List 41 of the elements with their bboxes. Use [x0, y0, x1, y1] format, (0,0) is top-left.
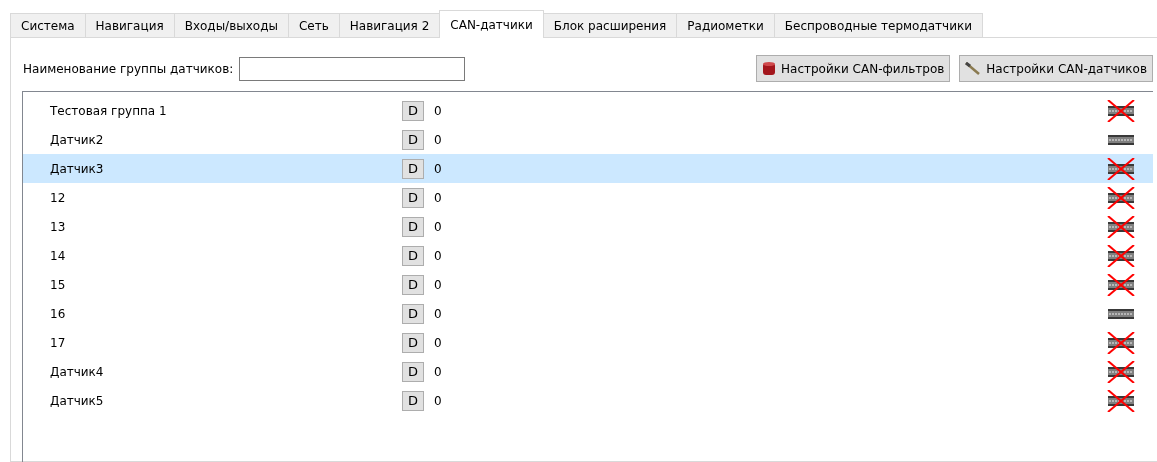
sensor-name: Тестовая группа 1 — [49, 103, 168, 118]
tab[interactable]: Система — [10, 13, 86, 37]
sensor-value: 0 — [434, 393, 443, 408]
d-button[interactable]: D — [402, 303, 424, 324]
sensor-name: Датчик5 — [49, 393, 105, 408]
sensor-value: 0 — [434, 248, 443, 263]
sensor-value: 0 — [434, 132, 443, 147]
sensor-value: 0 — [434, 364, 443, 379]
sensor-name: 15 — [49, 277, 67, 292]
tab[interactable]: Навигация 2 — [338, 13, 441, 37]
field-label: Наименование группы датчиков: — [23, 61, 234, 76]
d-button[interactable]: D — [402, 129, 424, 150]
probe-icon — [965, 61, 982, 76]
sensor-value: 0 — [434, 190, 443, 205]
settings-button[interactable]: Настройки CAN-датчиков — [959, 55, 1153, 82]
sensor-name: 14 — [49, 248, 67, 263]
tab[interactable]: Входы/выходы — [173, 13, 289, 37]
tab[interactable]: Беспроводные термодатчики — [773, 13, 984, 37]
list-row[interactable]: Датчик2 D 0 — [23, 125, 1153, 154]
tab[interactable]: Навигация — [84, 13, 175, 37]
sensor-value: 0 — [434, 103, 443, 118]
sensor-name: 12 — [49, 190, 67, 205]
group-name-field[interactable] — [239, 56, 466, 81]
sensor-name: 17 — [49, 335, 67, 350]
tab[interactable]: Блок расширения — [542, 13, 678, 37]
sensor-name: 16 — [49, 306, 67, 321]
sensor-name: Датчик3 — [49, 161, 105, 176]
tab[interactable]: Сеть — [287, 13, 340, 37]
sensor-value: 0 — [434, 277, 443, 292]
tab[interactable]: CAN-датчики — [439, 10, 544, 38]
cylinder-icon — [762, 60, 776, 77]
sensor-value: 0 — [434, 161, 443, 176]
tab[interactable]: Радиометки — [676, 13, 775, 37]
list-row[interactable]: 16 D 0 — [23, 299, 1153, 328]
settings-button[interactable]: Настройки CAN-фильтров — [756, 55, 951, 82]
sensor-name: 13 — [49, 219, 67, 234]
sensor-name: Датчик2 — [49, 132, 105, 147]
sensor-name: Датчик4 — [49, 364, 105, 379]
sensor-value: 0 — [434, 335, 443, 350]
sensor-value: 0 — [434, 306, 443, 321]
sensor-value: 0 — [434, 219, 443, 234]
